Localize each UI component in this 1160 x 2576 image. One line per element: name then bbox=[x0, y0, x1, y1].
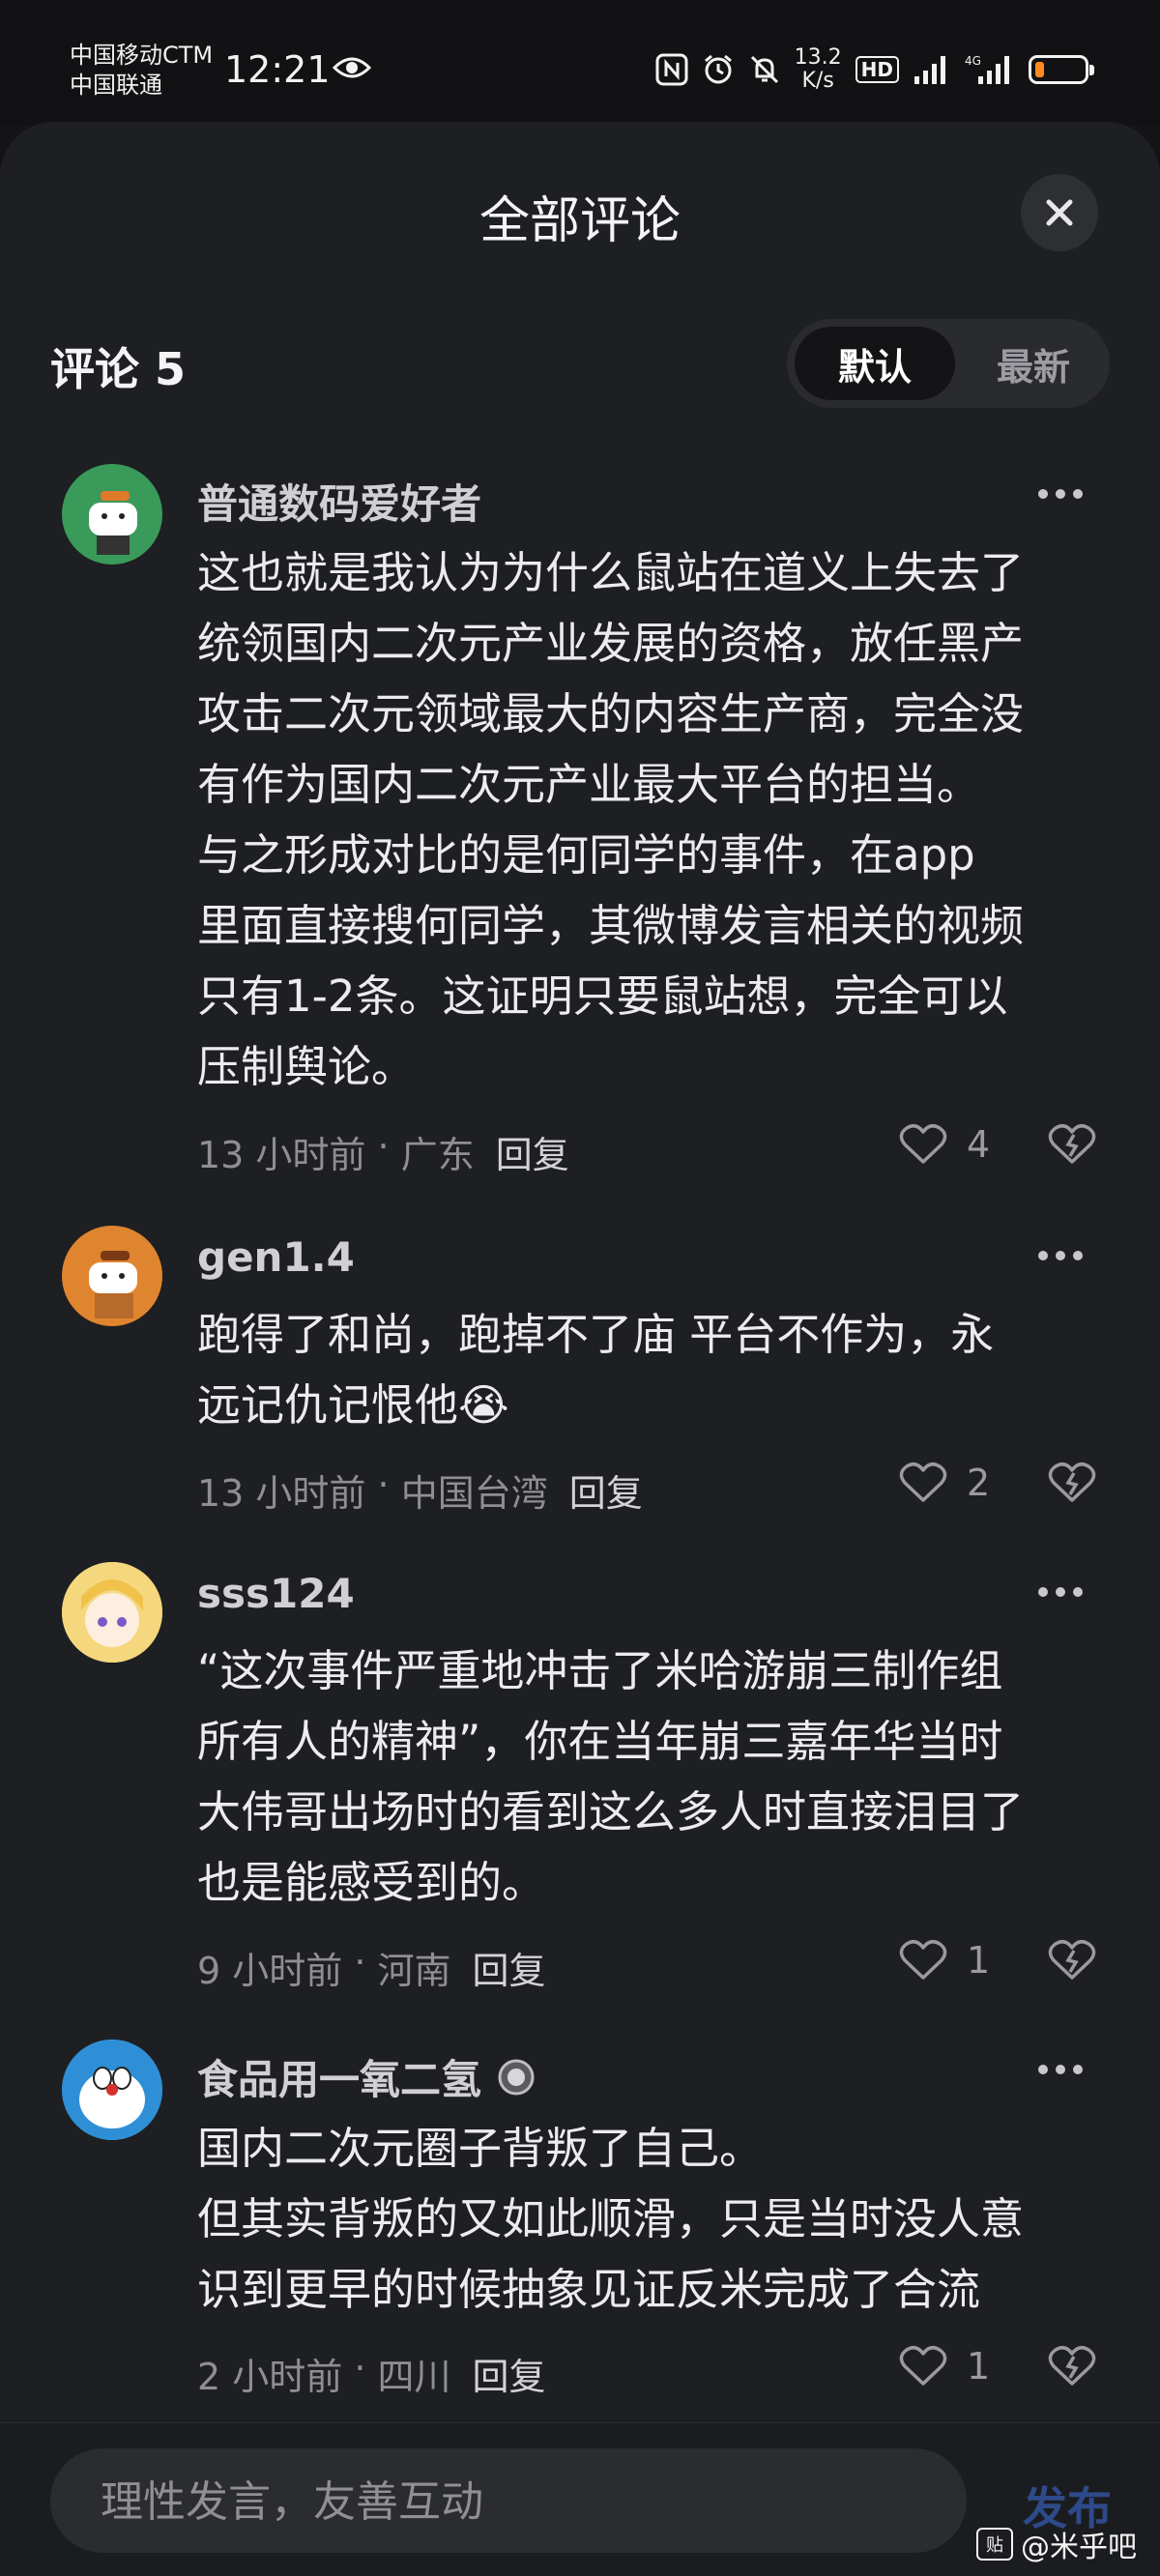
avatar[interactable] bbox=[62, 1226, 162, 1326]
cat-avatar-icon bbox=[89, 1251, 137, 1318]
reply-button[interactable]: 回复 bbox=[496, 1125, 569, 1178]
carrier-2: 中国联通 bbox=[70, 72, 162, 99]
comment-count: 评论 5 bbox=[50, 343, 187, 395]
comment-input-container[interactable] bbox=[50, 2448, 967, 2555]
comment-location: 河南 bbox=[377, 1950, 451, 1992]
like-button[interactable]: 4 bbox=[899, 1123, 990, 1166]
close-icon bbox=[1046, 199, 1073, 226]
carrier-info: 中国移动CTM 中国联通 bbox=[70, 41, 213, 101]
eye-icon bbox=[333, 57, 371, 78]
close-button[interactable] bbox=[1021, 174, 1098, 251]
watermark-icon: 贴 bbox=[976, 2528, 1013, 2561]
username[interactable]: 食品用一氧二氢 bbox=[197, 2047, 536, 2106]
speed-value: 13.2 bbox=[794, 45, 842, 70]
cat-avatar-icon bbox=[89, 491, 137, 555]
like-count: 1 bbox=[967, 1939, 991, 1982]
avatar[interactable] bbox=[62, 464, 162, 564]
sort-toggle: 默认 最新 bbox=[787, 319, 1110, 408]
comment-time: 13 小时前 bbox=[197, 1134, 366, 1176]
signal-icon bbox=[914, 56, 945, 84]
signal-4g-icon: 4G bbox=[965, 54, 1009, 84]
avatar[interactable] bbox=[62, 1562, 162, 1663]
alarm-icon bbox=[704, 54, 732, 84]
more-options-icon[interactable] bbox=[1038, 1587, 1083, 1597]
comment-meta: 13 小时前 · 中国台湾 回复 bbox=[197, 1463, 643, 1517]
doraemon-avatar-icon bbox=[62, 2040, 162, 2140]
comment-text: 这也就是我认为为什么鼠站在道义上失去了 统领国内二次元产业发展的资格，放任黑产 … bbox=[197, 547, 1025, 1092]
like-button[interactable]: 1 bbox=[899, 2345, 990, 2388]
watermark: 贴 @米乎吧 bbox=[976, 2523, 1137, 2565]
status-time: 12:21 bbox=[224, 48, 331, 91]
comment-meta: 9 小时前 · 河南 回复 bbox=[197, 1941, 546, 1994]
more-options-icon[interactable] bbox=[1038, 1251, 1083, 1260]
broken-heart-icon bbox=[1048, 2346, 1096, 2386]
watermark-text: @米乎吧 bbox=[1021, 2531, 1137, 2564]
username[interactable]: 普通数码爱好者 bbox=[197, 472, 481, 531]
sort-default-tab[interactable]: 默认 bbox=[795, 327, 955, 400]
comment-location: 中国台湾 bbox=[400, 1472, 548, 1515]
comment-time: 2 小时前 bbox=[197, 2356, 343, 2398]
comment-text: “这次事件严重地冲击了米哈游崩三制作组 所有人的精神”，你在当年崩三嘉年华当时 … bbox=[197, 1645, 1025, 1908]
heart-icon bbox=[899, 1462, 947, 1502]
like-count: 2 bbox=[967, 1462, 991, 1504]
speed-unit: K/s bbox=[801, 69, 834, 93]
like-count: 1 bbox=[967, 2345, 991, 2388]
username[interactable]: gen1.4 bbox=[197, 1233, 355, 1281]
status-icons: 13.2 K/s HD 4G bbox=[655, 46, 1094, 93]
more-options-icon[interactable] bbox=[1038, 489, 1083, 499]
dislike-button[interactable] bbox=[1048, 1462, 1096, 1508]
dislike-button[interactable] bbox=[1048, 2345, 1096, 2391]
comment-meta: 2 小时前 · 四川 回复 bbox=[197, 2347, 546, 2400]
dislike-button[interactable] bbox=[1048, 1939, 1096, 1985]
carrier-1: 中国移动CTM bbox=[70, 42, 214, 69]
nfc-icon bbox=[655, 53, 688, 86]
comment-text: 国内二次元圈子背叛了自己。 但其实背叛的又如此顺滑，只是当时没人意 识到更早的时… bbox=[197, 2123, 1025, 2315]
like-count: 4 bbox=[967, 1123, 991, 1166]
heart-icon bbox=[899, 2346, 947, 2386]
comment-location: 四川 bbox=[377, 2356, 451, 2398]
status-bar: 中国移动CTM 中国联通 12:21 13.2 K/s HD 4G bbox=[0, 0, 1160, 126]
mute-icon bbox=[750, 55, 778, 84]
battery-level bbox=[1035, 62, 1044, 77]
anime-avatar-icon bbox=[62, 1562, 162, 1663]
reply-button[interactable]: 回复 bbox=[473, 2347, 546, 2400]
reply-button[interactable]: 回复 bbox=[473, 1941, 546, 1994]
broken-heart-icon bbox=[1048, 1124, 1096, 1164]
like-button[interactable]: 2 bbox=[899, 1462, 990, 1504]
avatar[interactable] bbox=[62, 2040, 162, 2140]
comment-text: 跑得了和尚，跑掉不了庙 平台不作为，永 远记仇记恨他😭 bbox=[197, 1309, 995, 1431]
comment-meta: 13 小时前 · 广东 回复 bbox=[197, 1125, 569, 1178]
network-speed: 13.2 K/s bbox=[795, 46, 842, 93]
medal-badge-icon bbox=[498, 2059, 535, 2095]
sort-newest-tab[interactable]: 最新 bbox=[967, 327, 1100, 400]
comment-time: 13 小时前 bbox=[197, 1472, 366, 1515]
comment-time: 9 小时前 bbox=[197, 1950, 343, 1992]
battery-icon bbox=[1029, 55, 1094, 84]
more-options-icon[interactable] bbox=[1038, 2065, 1083, 2074]
heart-icon bbox=[899, 1940, 947, 1980]
reply-button[interactable]: 回复 bbox=[569, 1463, 643, 1517]
broken-heart-icon bbox=[1048, 1940, 1096, 1980]
comment-input[interactable] bbox=[99, 2448, 934, 2555]
heart-icon bbox=[899, 1124, 947, 1164]
svg-text:4G: 4G bbox=[965, 54, 981, 68]
sheet-title: 全部评论 bbox=[478, 192, 681, 250]
like-button[interactable]: 1 bbox=[899, 1939, 990, 1982]
username[interactable]: sss124 bbox=[197, 1570, 355, 1617]
broken-heart-icon bbox=[1048, 1462, 1096, 1502]
comment-location: 广东 bbox=[400, 1134, 475, 1176]
dislike-button[interactable] bbox=[1048, 1123, 1096, 1170]
hd-icon: HD bbox=[855, 56, 899, 83]
